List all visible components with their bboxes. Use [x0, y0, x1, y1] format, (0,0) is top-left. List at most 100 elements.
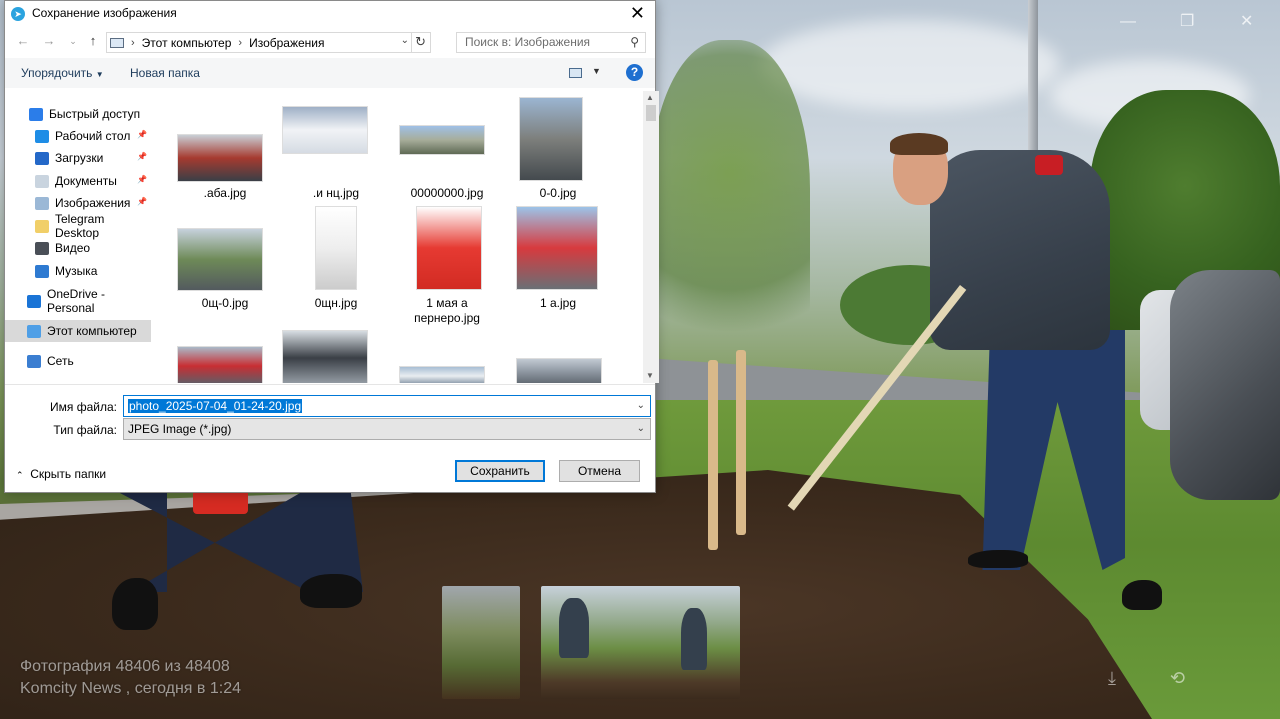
- file-thumbnail: [516, 206, 598, 290]
- file-item[interactable]: [282, 326, 390, 383]
- view-mode-icon[interactable]: [569, 68, 582, 78]
- pictures-icon: [35, 196, 49, 210]
- search-icon[interactable]: ⚲: [630, 33, 639, 52]
- computer-icon: [110, 37, 124, 48]
- cancel-button[interactable]: Отмена: [559, 460, 640, 482]
- file-item[interactable]: 1 а.jpg: [504, 201, 612, 331]
- close-icon[interactable]: ✕: [1240, 12, 1253, 32]
- organize-button[interactable]: Упорядочить ▼: [21, 66, 104, 80]
- sidebar-item-this-pc[interactable]: Этот компьютер: [5, 320, 151, 342]
- sidebar-item-label: Документы: [55, 174, 117, 188]
- chevron-down-icon[interactable]: ⌄: [63, 31, 83, 51]
- hide-folders-toggle[interactable]: ⌃ Скрыть папки: [16, 467, 106, 481]
- divider: [5, 384, 655, 385]
- file-item[interactable]: 1 мая а пернеро.jpg: [393, 201, 501, 331]
- sidebar-item-videos[interactable]: Видео: [5, 237, 151, 259]
- photo-counter: Фотография 48406 из 48408: [20, 658, 230, 675]
- file-item[interactable]: [393, 326, 501, 383]
- sidebar-item-music[interactable]: Музыка: [5, 260, 151, 282]
- new-folder-button[interactable]: Новая папка: [130, 66, 200, 80]
- close-icon[interactable]: ✕: [630, 3, 645, 23]
- hide-folders-label: Скрыть папки: [30, 467, 107, 481]
- file-item[interactable]: 0щн.jpg: [282, 201, 390, 331]
- sidebar-item-label: Загрузки: [55, 151, 104, 165]
- address-bar[interactable]: › Этот компьютер › Изображения ⌄ ↻: [106, 32, 431, 53]
- filetype-label: Тип файла:: [53, 423, 117, 437]
- file-item[interactable]: 0щ-0.jpg: [171, 201, 279, 331]
- thumbnail-previous[interactable]: [442, 586, 520, 699]
- scroll-down-icon[interactable]: ▼: [646, 371, 654, 380]
- thumbnail-figure: [681, 608, 707, 670]
- sidebar-item-label: Музыка: [55, 264, 98, 278]
- documents-icon: [35, 174, 49, 188]
- shoe: [1122, 580, 1162, 610]
- minimize-icon[interactable]: —: [1120, 12, 1136, 32]
- file-name: .и нц.jpg: [312, 186, 360, 200]
- pin-icon[interactable]: 📌: [137, 175, 147, 184]
- sidebar-item-network[interactable]: Сеть: [5, 350, 151, 372]
- pin-icon[interactable]: 📌: [137, 152, 147, 161]
- shoe: [112, 578, 158, 630]
- person-jacket: [930, 150, 1110, 350]
- breadcrumb-this-pc[interactable]: Этот компьютер: [142, 36, 232, 50]
- file-item[interactable]: [171, 326, 279, 383]
- vertical-scrollbar[interactable]: ▲ ▼: [643, 91, 659, 383]
- arrow-left-icon[interactable]: ←: [13, 31, 33, 51]
- file-name: 1 а.jpg: [539, 296, 577, 310]
- sidebar-item-pictures[interactable]: Изображения 📌: [5, 192, 151, 214]
- scroll-up-icon[interactable]: ▲: [646, 93, 654, 102]
- breadcrumb-pictures[interactable]: Изображения: [249, 36, 324, 50]
- sidebar-item-downloads[interactable]: Загрузки 📌: [5, 147, 151, 169]
- stake: [736, 350, 746, 535]
- stake: [708, 360, 718, 550]
- sidebar-item-label: Быстрый доступ: [49, 107, 141, 121]
- filetype-value: JPEG Image (*.jpg): [128, 422, 232, 436]
- maximize-icon[interactable]: ❐: [1180, 12, 1194, 32]
- filename-value[interactable]: photo_2025-07-04_01-24-20.jpg: [128, 399, 303, 413]
- sidebar-item-quick-access[interactable]: Быстрый доступ: [5, 103, 151, 125]
- download-icon[interactable]: ⤓: [1108, 668, 1116, 689]
- sidebar-item-onedrive[interactable]: OneDrive - Personal: [5, 287, 151, 315]
- pin-icon[interactable]: 📌: [137, 197, 147, 206]
- sidebar-item-label: Видео: [55, 241, 91, 255]
- videos-icon: [35, 241, 49, 255]
- filetype-select[interactable]: JPEG Image (*.jpg) ⌄: [123, 418, 651, 440]
- chevron-down-icon[interactable]: ⌄: [401, 35, 409, 46]
- filename-field[interactable]: photo_2025-07-04_01-24-20.jpg ⌄: [123, 395, 651, 417]
- save-button[interactable]: Сохранить: [455, 460, 545, 482]
- thumbnail-current[interactable]: [541, 586, 740, 699]
- sidebar-item-label: Сеть: [47, 354, 74, 368]
- file-thumbnail: [519, 97, 583, 181]
- arrow-right-icon[interactable]: →: [39, 31, 59, 51]
- search-input[interactable]: Поиск в: Изображения ⚲: [456, 32, 646, 53]
- refresh-icon[interactable]: ↻: [415, 34, 426, 50]
- scrollbar-thumb[interactable]: [646, 105, 656, 121]
- red-bucket: [193, 492, 248, 514]
- pin-icon[interactable]: 📌: [137, 130, 147, 139]
- file-name: 0-0.jpg: [539, 186, 577, 200]
- breadcrumb-separator: ›: [238, 36, 243, 49]
- dialog-title: Сохранение изображения: [32, 6, 177, 20]
- sidebar-item-telegram-desktop[interactable]: Telegram Desktop: [5, 212, 151, 240]
- file-thumbnail: [177, 134, 263, 182]
- sidebar-item-documents[interactable]: Документы 📌: [5, 170, 151, 192]
- chevron-down-icon[interactable]: ⌄: [637, 400, 645, 411]
- file-thumbnail: [177, 228, 263, 291]
- save-image-dialog: ➤ Сохранение изображения ✕ ← → ⌄ ↑ › Это…: [4, 0, 659, 493]
- chevron-down-icon[interactable]: ⌄: [637, 423, 645, 434]
- file-thumbnail: [315, 206, 357, 290]
- thumbnail-figure: [559, 598, 589, 658]
- photo-source: Komcity News , сегодня в 1:24: [20, 680, 241, 697]
- caret-down-icon[interactable]: ▼: [592, 66, 601, 76]
- file-item[interactable]: [504, 326, 612, 383]
- sidebar-item-label: OneDrive - Personal: [47, 287, 106, 315]
- sidebar-item-desktop[interactable]: Рабочий стол 📌: [5, 125, 151, 147]
- divider: [411, 33, 412, 52]
- file-thumbnail: [399, 125, 485, 155]
- parked-car: [1170, 270, 1280, 500]
- shoe: [968, 550, 1028, 568]
- rotate-icon[interactable]: ⟲: [1170, 668, 1185, 689]
- help-icon[interactable]: ?: [626, 64, 643, 81]
- arrow-up-icon[interactable]: ↑: [83, 31, 103, 51]
- file-thumbnail: [282, 330, 368, 383]
